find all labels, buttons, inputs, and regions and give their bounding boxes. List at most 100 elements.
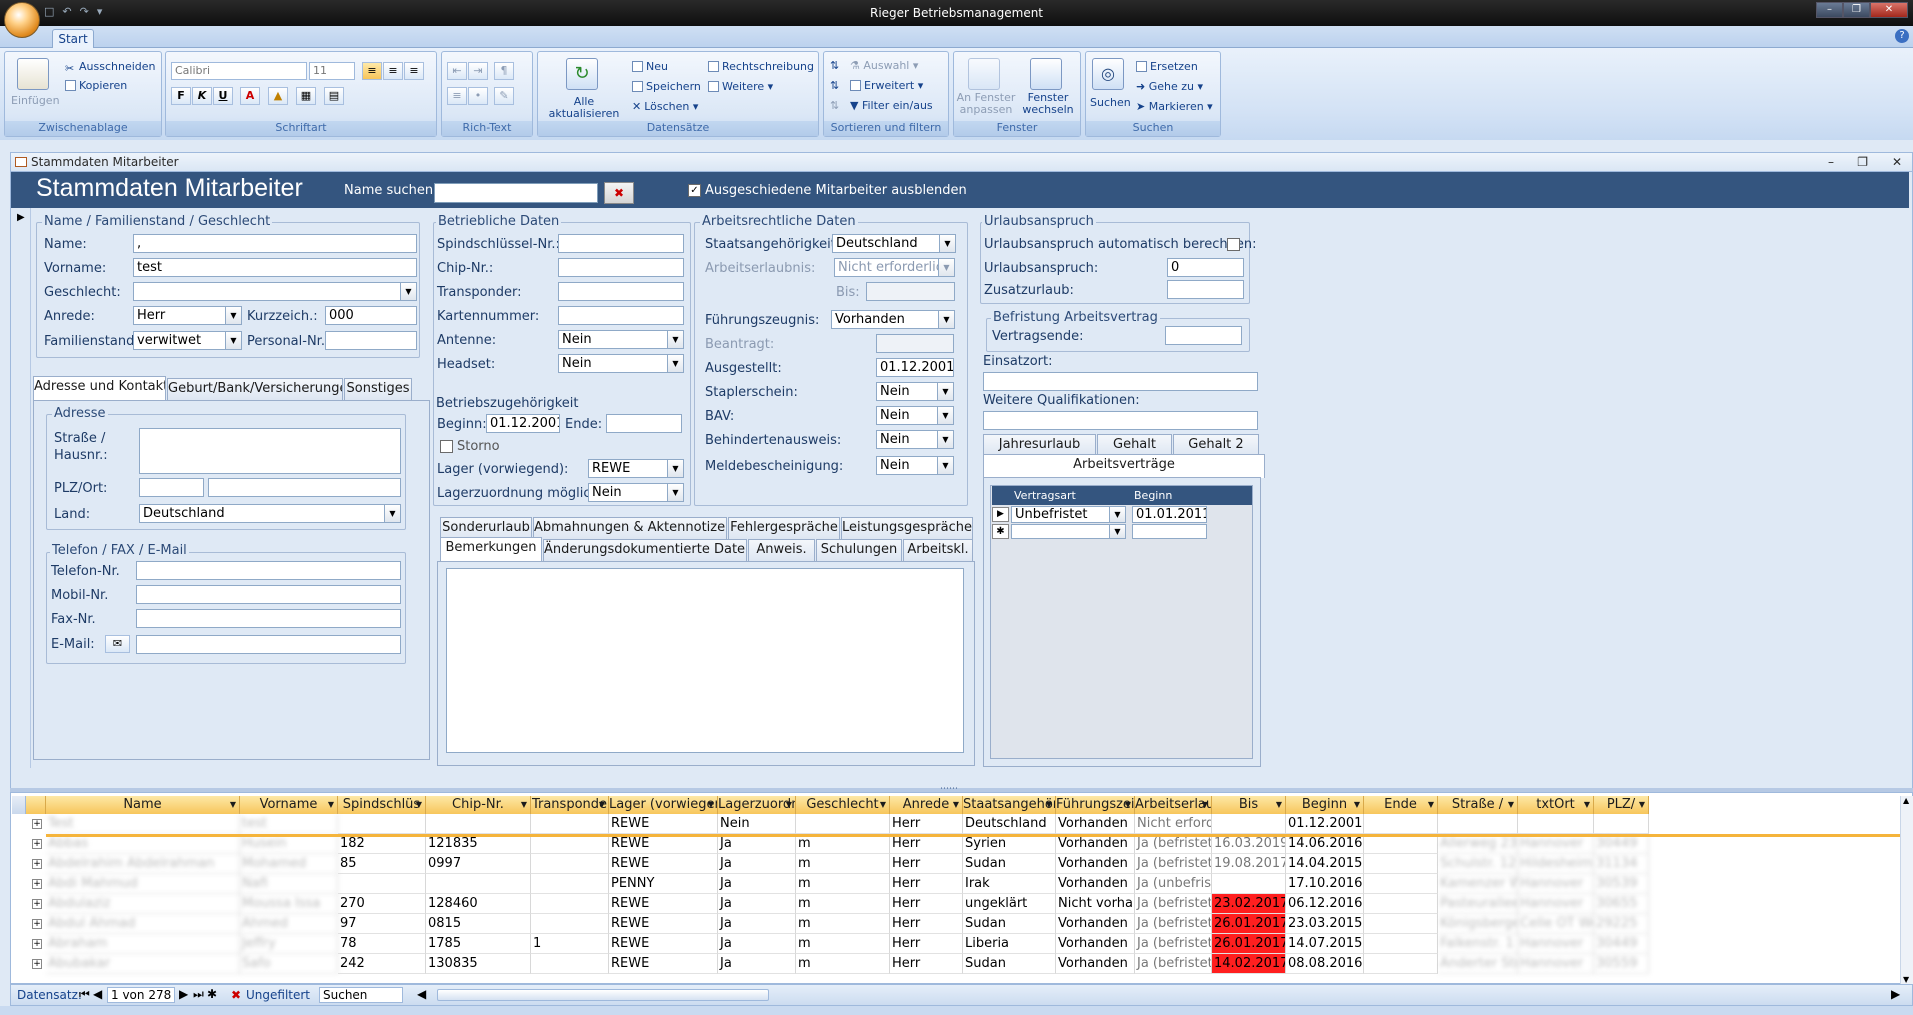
paragraph-icon[interactable]: ¶ — [494, 62, 514, 80]
more-button[interactable]: Weitere ▾ — [708, 80, 773, 93]
table-cell[interactable]: Liberia — [963, 934, 1056, 954]
table-cell[interactable] — [426, 814, 531, 834]
table-cell[interactable]: Abdelrahim Abdelrahman — [46, 854, 240, 874]
table-cell[interactable]: Vorhanden — [1056, 814, 1135, 834]
table-cell[interactable]: PENNY — [609, 874, 718, 894]
sort-descending-icon[interactable]: ⇅ — [830, 79, 839, 92]
column-header[interactable]: Lager (vorwiegenc ▼ — [609, 796, 718, 814]
align-right-icon[interactable]: ≡ — [404, 62, 424, 80]
table-cell[interactable]: Sudan — [963, 954, 1056, 974]
table-cell[interactable]: 29225 — [1594, 914, 1649, 934]
clear-search-button[interactable]: ✖ — [604, 182, 634, 204]
column-filter-icon[interactable]: ▼ — [1276, 796, 1282, 813]
table-cell[interactable]: 78 — [338, 934, 426, 954]
record-position-field[interactable]: 1 von 278 — [107, 987, 175, 1003]
scroll-up-icon[interactable]: ▲ — [1903, 796, 1909, 805]
selection-button[interactable]: ⚗ Auswahl ▾ — [850, 59, 918, 72]
column-filter-icon[interactable]: ▼ — [1354, 796, 1360, 813]
last-record-icon[interactable]: ⏭ — [193, 987, 204, 1002]
table-cell[interactable]: 14.04.2015 — [1286, 854, 1364, 874]
table-cell[interactable]: m — [796, 954, 890, 974]
table-cell[interactable]: Nafi — [240, 874, 338, 894]
new-record-nav-icon[interactable]: ✱ — [207, 987, 217, 1001]
highlight-icon[interactable]: ✎ — [494, 87, 514, 105]
save-record-button[interactable]: Speichern — [632, 80, 701, 93]
expand-row-icon[interactable]: + — [32, 859, 42, 869]
table-cell[interactable]: 128460 — [426, 894, 531, 914]
form-close-icon[interactable]: ✕ — [1892, 153, 1902, 171]
table-cell[interactable]: Ja — [718, 954, 796, 974]
spind-field[interactable] — [558, 234, 684, 253]
column-filter-icon[interactable]: ▼ — [708, 796, 714, 813]
storno-checkbox[interactable] — [440, 440, 453, 453]
table-cell[interactable]: 270 — [338, 894, 426, 914]
table-cell[interactable]: 1 — [531, 934, 609, 954]
melde-select[interactable]: Nein ▼ — [876, 456, 954, 475]
advanced-filter-button[interactable]: Erweitert ▾ — [850, 79, 923, 92]
new-vertrag-beginn-field[interactable] — [1132, 524, 1207, 539]
table-cell[interactable]: Vorhanden — [1056, 954, 1135, 974]
table-cell[interactable]: Hildesheim — [1518, 854, 1594, 874]
column-filter-icon[interactable]: ▼ — [1202, 796, 1208, 813]
expand-row-icon[interactable]: + — [32, 819, 42, 829]
table-cell[interactable]: Hannover — [1518, 954, 1594, 974]
table-cell[interactable]: 14.02.2017 — [1212, 954, 1286, 974]
delete-record-button[interactable]: ✕ Löschen ▾ — [632, 100, 698, 113]
table-cell[interactable]: Ja (befristet) — [1135, 934, 1212, 954]
fuehrung-select[interactable]: Vorhanden ▼ — [831, 310, 955, 329]
bis-field[interactable] — [866, 282, 955, 301]
table-cell[interactable]: 16.03.2019 — [1212, 834, 1286, 854]
hide-retired-checkbox[interactable]: ✓ — [688, 184, 701, 197]
align-left-icon[interactable]: ≡ — [362, 62, 382, 80]
expand-row-icon[interactable]: + — [32, 919, 42, 929]
column-filter-icon[interactable]: ▼ — [880, 796, 886, 813]
table-cell[interactable] — [1594, 814, 1649, 834]
tab-aenderungen[interactable]: Änderungsdokumentierte Daten — [543, 539, 747, 561]
table-cell[interactable]: 30449 — [1594, 834, 1649, 854]
table-cell[interactable] — [531, 874, 609, 894]
table-cell[interactable]: Vorhanden — [1056, 854, 1135, 874]
column-filter-icon[interactable]: ▼ — [1639, 796, 1645, 813]
remove-sort-icon[interactable]: ⇅ — [830, 99, 839, 112]
table-cell[interactable] — [1364, 854, 1438, 874]
table-cell[interactable]: Herr — [890, 894, 963, 914]
table-cell[interactable]: Anderter Str. 1 — [1438, 954, 1518, 974]
column-filter-icon[interactable]: ▼ — [230, 796, 236, 813]
vertragsende-field[interactable] — [1165, 326, 1242, 345]
table-cell[interactable] — [338, 874, 426, 894]
expand-row-icon[interactable]: + — [32, 899, 42, 909]
indent-increase-icon[interactable]: ⇥ — [468, 62, 488, 80]
familienstand-select[interactable]: verwitwet ▼ — [133, 331, 242, 350]
new-record-button[interactable]: Neu — [632, 60, 668, 73]
align-center-icon[interactable]: ≡ — [383, 62, 403, 80]
table-cell[interactable]: Ja (befristet) — [1135, 954, 1212, 974]
font-size-select[interactable]: 11 — [309, 62, 355, 80]
email-field[interactable] — [136, 635, 401, 654]
behinderten-select[interactable]: Nein ▼ — [876, 430, 954, 449]
table-cell[interactable]: Deutschland — [963, 814, 1056, 834]
column-filter-icon[interactable]: ▼ — [328, 796, 334, 813]
table-cell[interactable]: REWE — [609, 914, 718, 934]
column-filter-icon[interactable]: ▼ — [1125, 796, 1131, 813]
table-cell[interactable]: REWE — [609, 934, 718, 954]
table-cell[interactable]: 30655 — [1594, 894, 1649, 914]
table-cell[interactable]: Ja (befristet) — [1135, 914, 1212, 934]
table-cell[interactable]: m — [796, 894, 890, 914]
qualifikationen-field[interactable] — [983, 411, 1258, 430]
find-button[interactable]: Suchen — [1090, 96, 1131, 109]
table-cell[interactable]: Hannover — [1518, 894, 1594, 914]
table-cell[interactable]: Ahmed — [240, 914, 338, 934]
antenne-select[interactable]: Nein ▼ — [558, 330, 684, 349]
table-cell[interactable]: 182 — [338, 834, 426, 854]
minimize-icon[interactable]: – — [1816, 2, 1843, 18]
tab-arbeitsvertraege[interactable]: Arbeitsverträge — [983, 454, 1265, 478]
search-input[interactable]: Suchen — [319, 987, 403, 1003]
land-select[interactable]: Deutschland ▼ — [139, 504, 401, 523]
table-cell[interactable]: Abdul Ahmad — [46, 914, 240, 934]
vorname-field[interactable]: test — [133, 258, 417, 277]
table-cell[interactable]: 17.10.2016 — [1286, 874, 1364, 894]
table-cell[interactable]: 23.02.2017 — [1212, 894, 1286, 914]
office-button[interactable] — [4, 2, 40, 38]
new-vertragsart-select[interactable]: ▼ — [1011, 524, 1126, 539]
copy-button[interactable]: Kopieren — [65, 79, 127, 92]
